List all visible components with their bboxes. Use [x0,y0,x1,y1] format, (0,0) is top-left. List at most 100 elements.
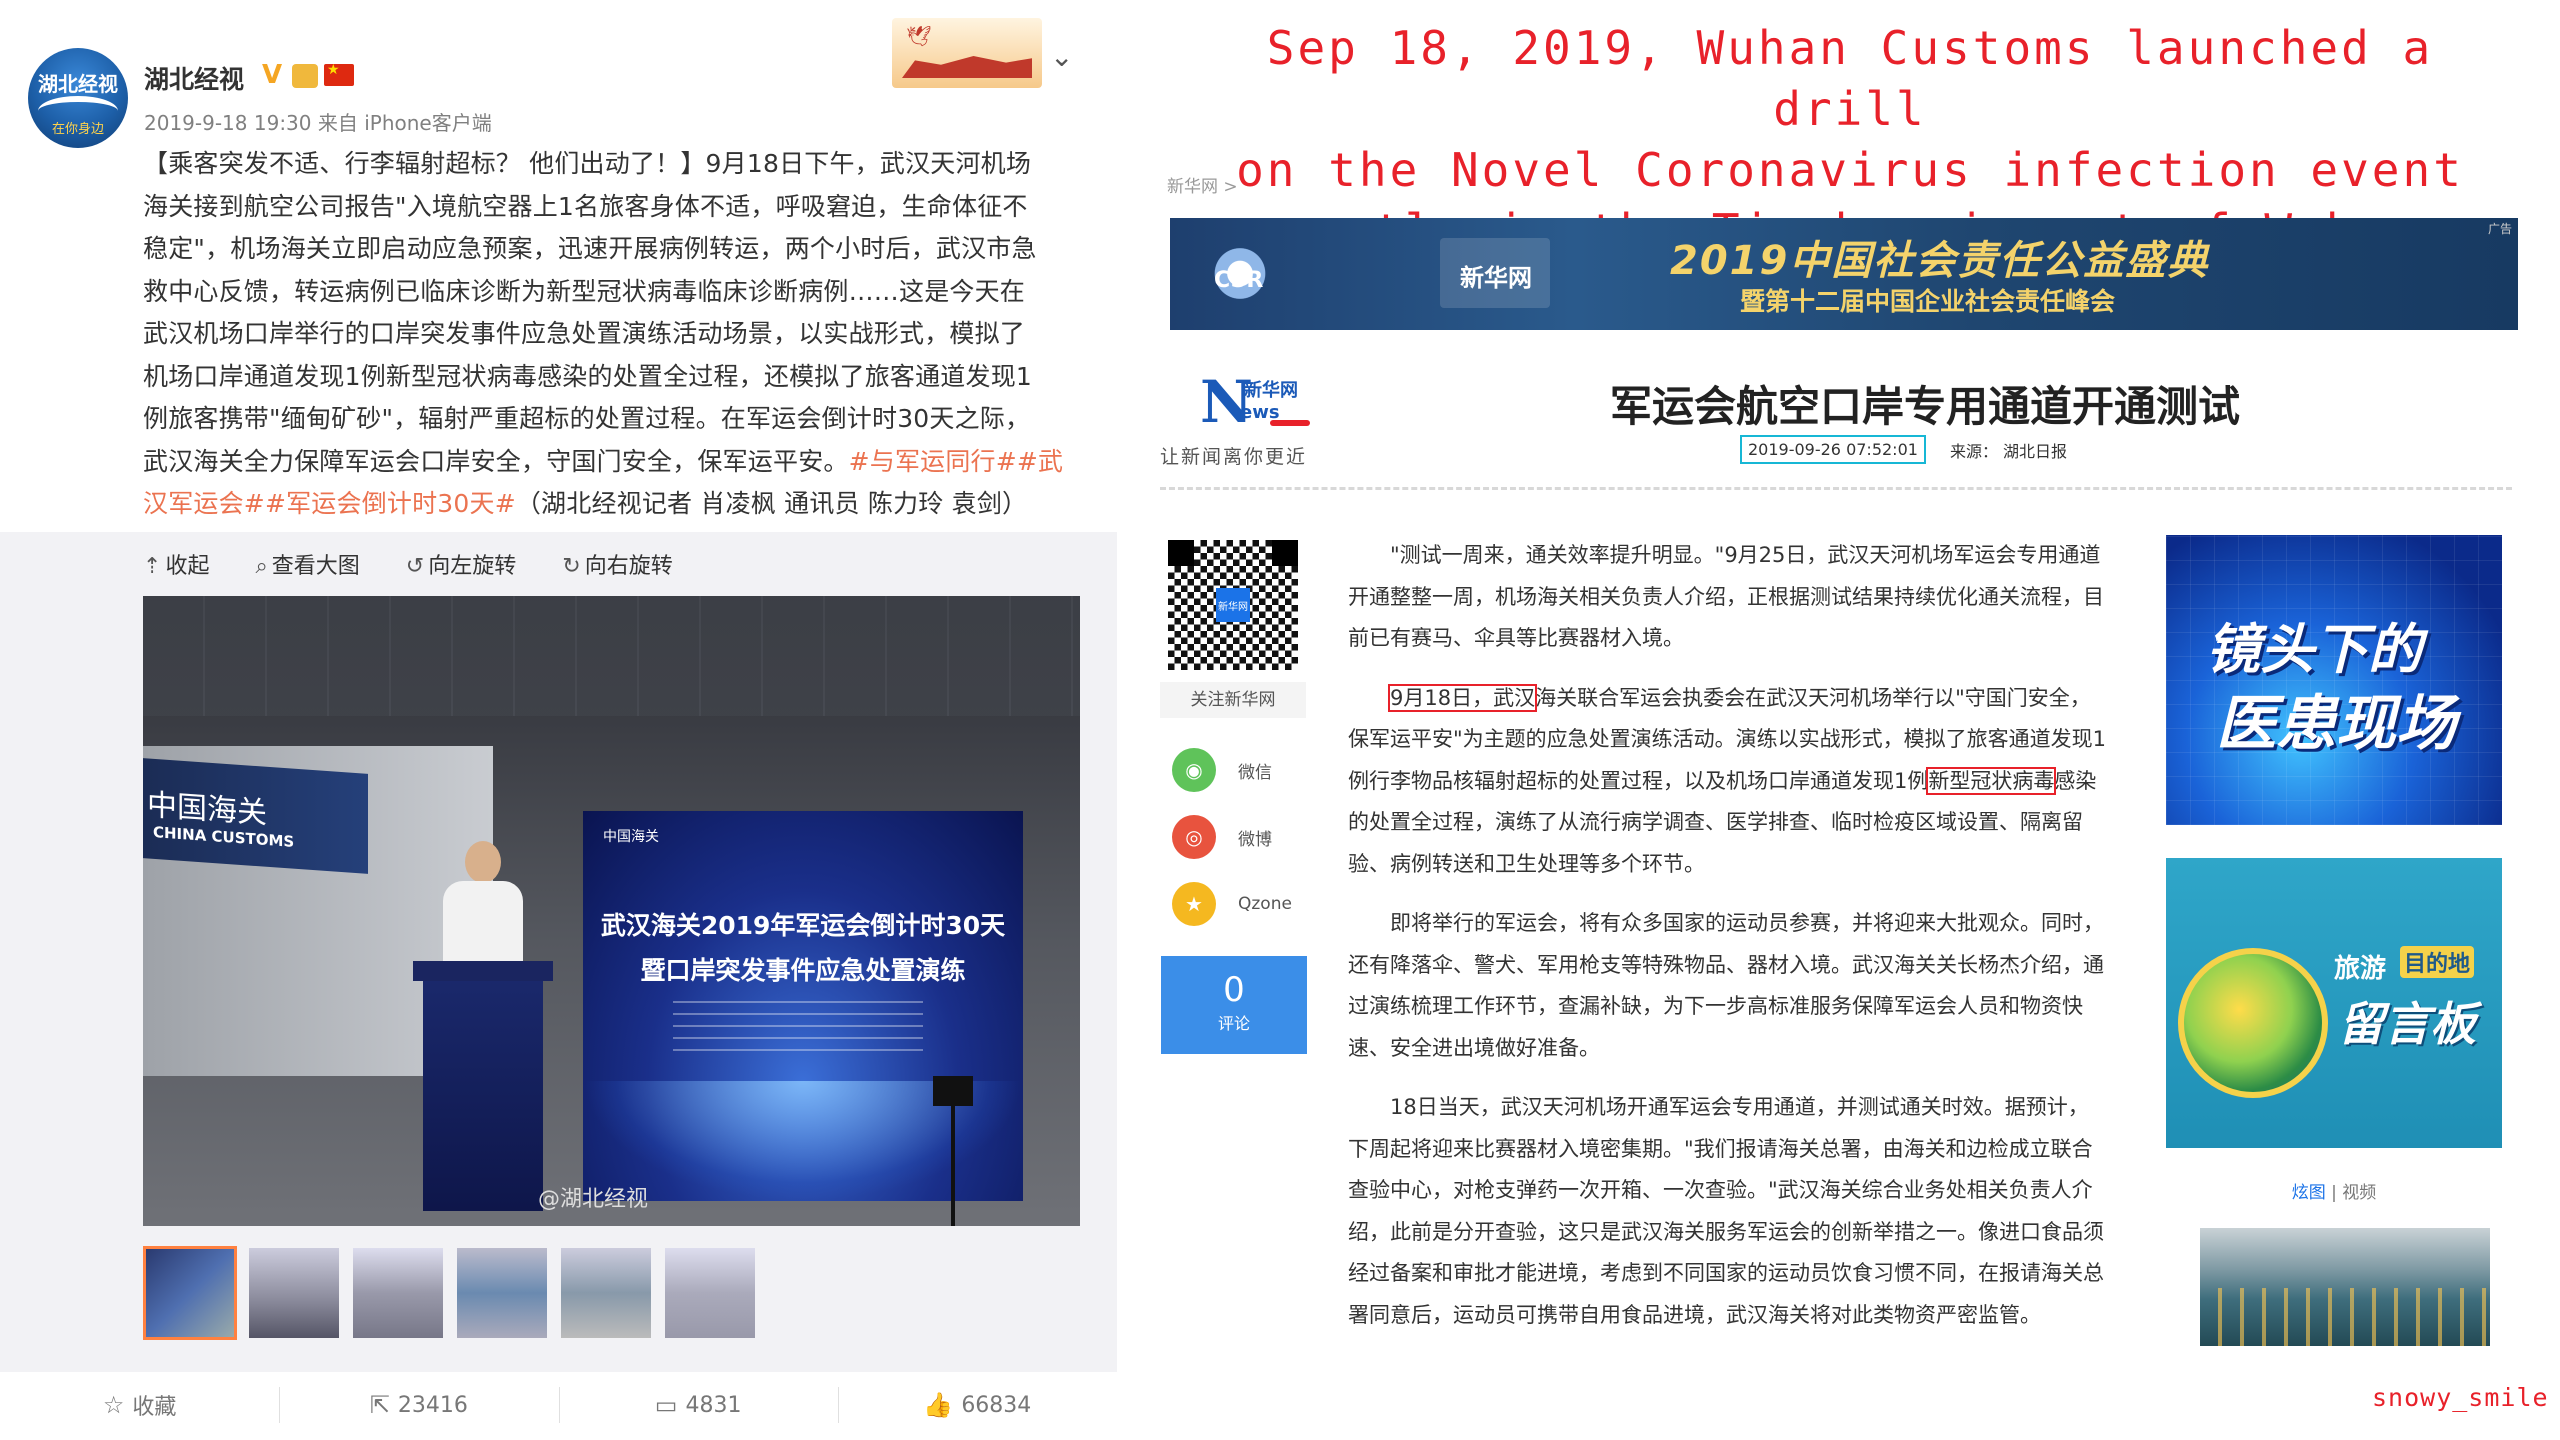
collapse-button[interactable]: ⇡ 收起 [143,548,209,582]
caption-line: Sep 18, 2019, Wuhan Customs launched a d… [1266,21,2434,136]
hashtag-link[interactable]: #与军运同行##武 [849,447,1064,476]
star-icon: ☆ [102,1391,125,1419]
rotate-left-button[interactable]: ↺ 向左旋转 [406,548,516,582]
article-paragraph: 18日当天，武汉天河机场开通军运会专用通道，并测试通关时效。据预计，下周起将迎来… [1348,1095,2104,1327]
highlight-date: 9月18日，武汉 [1387,683,1538,712]
ad-title: 2019中国社会责任公益盛典 [1670,238,2210,284]
camera-shape [933,1076,973,1106]
post-meta: 2019-9-18 19:30 来自 iPhone客户端 [144,111,492,135]
caption-line: on the Novel Coronavirus infection event [1236,143,2464,197]
side-gallery-image[interactable] [2200,1228,2490,1346]
thumbnail[interactable] [663,1246,757,1340]
share-label: 微博 [1238,829,1272,850]
thumbnail[interactable] [247,1246,341,1340]
side-ad-line2: 医患现场 [2216,689,2456,759]
speaker-figure [443,841,523,971]
repost-count: 23416 [397,1392,468,1418]
photo-watermark: @湖北经视 [538,1187,649,1212]
thumbnail-strip [143,1246,757,1340]
qr-center-logo: 新华网 [1216,588,1250,622]
post-line: 武汉机场口岸举行的口岸突发事件应急处置演练活动场景，以实战形式，模拟了 [143,319,1026,348]
china-flag-icon [324,62,354,86]
article-paragraph: 即将举行的军运会，将有众多国家的运动员参赛，并将迎来大批观众。同时，还有降落伞、… [1348,911,2104,1060]
favorite-button[interactable]: ☆ 收藏 [0,1375,279,1435]
tab-video[interactable]: 视频 [2342,1183,2376,1203]
rotate-right-icon: ↻ [562,554,581,579]
weibo-panel: 湖北经视 在你身边 湖北经视 V 2019-9-18 19:30 来自 iPho… [0,0,1117,1440]
ad-news-text: 新华网 [1460,264,1532,292]
avatar-subtext: 在你身边 [51,122,104,137]
wechat-icon: ◉ [1172,748,1216,792]
post-text: 【乘客突发不适、行李辐射超标？ 他们出动了！】9月18日下午，武汉天河机场 海关… [143,143,1098,526]
comment-icon: ▭ [654,1391,678,1419]
rotate-right-button[interactable]: ↻ 向右旋转 [562,548,672,582]
collapse-label: 收起 [165,554,210,579]
wall-shape [902,56,1032,78]
side-ad-line1: 旅游 [2334,954,2387,984]
breadcrumb[interactable]: 新华网 > [1167,172,1238,197]
share-weibo[interactable]: ◎ 微博 [1172,815,1272,859]
screen-fine-print [673,1001,923,1061]
thumbnail[interactable] [455,1246,549,1340]
post-line: 武汉海关全力保障军运会口岸安全，守国门安全，保军运平安。#与军运同行##武 [143,441,1098,484]
post-line: 【乘客突发不适、行李辐射超标？ 他们出动了！】9月18日下午，武汉天河机场 [143,149,1032,178]
comment-count: 4831 [685,1392,742,1418]
article-paragraph: "测试一周来，通关效率提升明显。"9月25日，武汉天河机场军运会专用通道开通整整… [1348,543,2104,650]
slogan: 让新闻离你更近 [1160,446,1308,468]
comment-count-box[interactable]: 0 评论 [1161,956,1307,1054]
tripod-leg [951,1106,955,1226]
camera-tripod [923,1076,983,1226]
like-count: 66834 [961,1392,1032,1418]
comment-button[interactable]: ▭ 4831 [558,1375,838,1435]
rotate-left-label: 向左旋转 [428,554,517,579]
side-ad-line2: 留言板 [2338,997,2476,1051]
post-line: 救中心反馈，转运病例已临床诊断为新型冠状病毒临床诊断病例……这是今天在 [143,276,1026,306]
xinhua-logo[interactable]: N 新华网 ews [1200,368,1320,438]
author-signature: snowy_smile [2372,1383,2549,1412]
article-source: 来源： 湖北日报 [1949,441,2068,461]
post-line: 机场口岸通道发现1例新型冠状病毒感染的处置全过程，还模拟了旅客通道发现1 [143,361,1033,391]
photo-ceiling [143,596,1080,716]
tab-separator: | [2331,1183,2343,1203]
upload-icon: ⇡ [143,554,162,579]
hashtag-link[interactable]: 汉军运会##军运会倒计时30天# [143,489,516,518]
speaker-body [443,881,523,971]
ad-label: 广告 [2488,222,2513,236]
repost-button[interactable]: ⇱ 23416 [279,1375,558,1435]
comment-label: 评论 [1217,1014,1250,1033]
like-button[interactable]: 👍 66834 [837,1375,1117,1435]
avatar[interactable]: 湖北经视 在你身边 [28,48,128,148]
avatar-text: 湖北经视 [38,72,118,96]
tab-gallery[interactable]: 炫图 [2292,1183,2326,1203]
medal-icon [292,64,318,88]
thumbnail[interactable] [559,1246,653,1340]
rotate-left-icon: ↺ [405,554,425,579]
view-large-button[interactable]: ⌕ 查看大图 [255,548,359,582]
article-body: "测试一周来，通关效率提升明显。"9月25日，武汉天河机场军运会专用通道开通整整… [1348,535,2108,1354]
ad-banner[interactable]: CSR 新华网 2019中国社会责任公益盛典 暨第十二届中国企业社会责任峰会 广… [1170,218,2518,330]
globe-icon [2178,948,2328,1098]
thumbnail[interactable] [351,1246,445,1340]
screen-title-1: 武汉海关2019年军运会倒计时30天 [600,911,1006,940]
search-icon: ⌕ [255,554,268,579]
rotate-right-label: 向右旋转 [584,554,673,579]
share-qzone[interactable]: ★ Qzone [1172,882,1292,926]
article-date: 2019-09-26 07:52:01 [1740,435,1926,464]
side-ad-medical[interactable]: 镜头下的 医患现场 [2166,535,2502,825]
side-ad-badge: 目的地 [2400,946,2475,978]
username[interactable]: 湖北经视 [144,60,244,96]
verified-icon: V [262,60,283,90]
article-meta: 2019-09-26 07:52:01 来源： 湖北日报 [1740,435,2067,464]
thumbnail[interactable] [143,1246,237,1340]
side-ad-travel[interactable]: 旅游 目的地 留言板 [2166,858,2502,1148]
article-title: 军运会航空口岸专用通道开通测试 [1609,382,2240,431]
comment-number: 0 [1223,970,1245,1010]
highlight-virus: 新型冠状病毒 [1926,766,2057,795]
post-line: 例旅客携带"缅甸矿砂"，辐射严重超标的处置过程。在军运会倒计时30天之际， [143,404,1031,433]
image-toolbar: ⇡ 收起 ⌕ 查看大图 ↺ 向左旋转 ↻ 向右旋转 [143,548,673,582]
post-main-photo[interactable]: 中国海关 CHINA CUSTOMS 中国海关 武汉海关2019年军运会倒计时3… [143,596,1080,1226]
share-wechat[interactable]: ◉ 微信 [1172,748,1272,792]
screen-title-2: 暨口岸突发事件应急处置演练 [640,956,966,985]
podium [413,961,553,1211]
chevron-down-icon[interactable]: ⌄ [1050,40,1073,73]
